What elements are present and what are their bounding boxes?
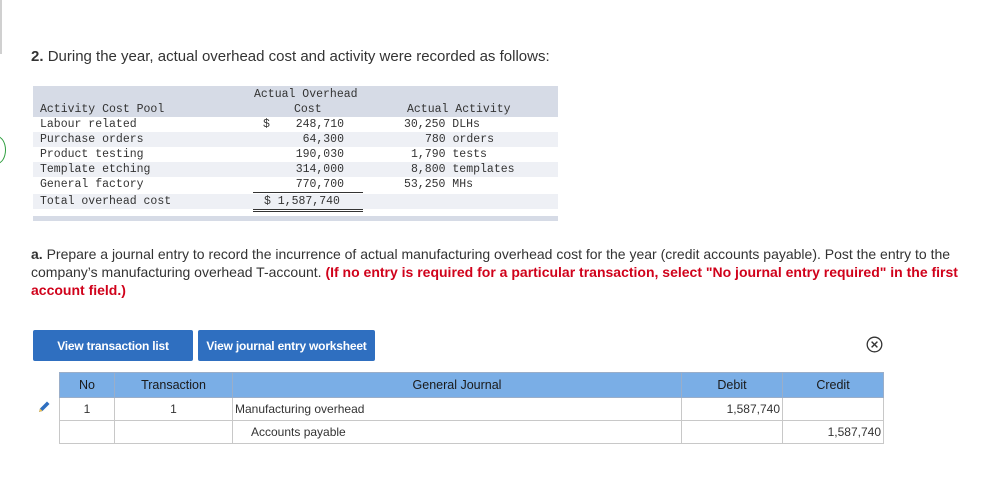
- header-cost-line2: Cost: [294, 103, 322, 116]
- pool-name: Purchase orders: [40, 133, 144, 146]
- view-transaction-list-button[interactable]: View transaction list: [33, 330, 193, 361]
- activity-value: 53,250 MHs: [404, 178, 474, 191]
- journal-entry-table: No Transaction General Journal Debit Cre…: [59, 372, 884, 444]
- account-cell[interactable]: Manufacturing overhead: [232, 397, 682, 421]
- question-text: During the year, actual overhead cost an…: [47, 48, 550, 65]
- debit-cell[interactable]: 1,587,740: [681, 397, 783, 421]
- row-transaction: 1: [114, 397, 233, 421]
- close-circle-icon[interactable]: [866, 336, 883, 353]
- activity-value: 30,250 DLHs: [404, 118, 480, 131]
- row-no: 1: [59, 397, 115, 421]
- col-header-transaction: Transaction: [114, 372, 233, 398]
- cost-value: 64,300: [302, 133, 344, 146]
- subtotal-rule: [253, 192, 363, 193]
- pool-name: Product testing: [40, 148, 144, 161]
- question-title: 2. During the year, actual overhead cost…: [31, 48, 550, 65]
- total-label: Total overhead cost: [40, 195, 172, 208]
- col-header-no: No: [59, 372, 115, 398]
- table-total-row: Total overhead cost $ 1,587,740: [33, 194, 558, 209]
- view-journal-entry-worksheet-button[interactable]: View journal entry worksheet: [198, 330, 375, 361]
- left-edge-indicator: [0, 136, 6, 164]
- table-row: Labour related $ 248,710 30,250 DLHs: [33, 117, 558, 132]
- table-row: Template etching 314,000 8,800 templates: [33, 162, 558, 177]
- header-cost-line1: Actual Overhead: [254, 88, 358, 101]
- header-activity: Actual Activity: [407, 103, 511, 116]
- instruction-paragraph: a. Prepare a journal entry to record the…: [31, 245, 971, 299]
- total-value: $ 1,587,740: [264, 195, 340, 208]
- cost-value: 770,700: [295, 178, 344, 191]
- table-row: Product testing 190,030 1,790 tests: [33, 147, 558, 162]
- part-label: a.: [31, 246, 43, 262]
- activity-value: 1,790 tests: [411, 148, 487, 161]
- table-bottom-band: [33, 216, 558, 221]
- journal-header-row: No Transaction General Journal Debit Cre…: [59, 372, 884, 398]
- activity-value: 780 orders: [424, 133, 494, 146]
- cost-value: 248,710: [295, 118, 344, 131]
- account-cell[interactable]: Accounts payable: [232, 420, 682, 444]
- total-double-rule-2: [253, 211, 363, 212]
- debit-cell[interactable]: [681, 420, 783, 444]
- credit-cell[interactable]: [782, 397, 884, 421]
- table-row: Purchase orders 64,300 780 orders: [33, 132, 558, 147]
- header-pool: Activity Cost Pool: [40, 103, 165, 116]
- overhead-data-table: Actual Overhead Activity Cost Pool Cost …: [33, 86, 558, 221]
- cost-value: 190,030: [295, 148, 344, 161]
- credit-cell[interactable]: 1,587,740: [782, 420, 884, 444]
- pencil-icon[interactable]: [37, 400, 51, 414]
- question-number: 2.: [31, 48, 44, 65]
- pool-name: Labour related: [40, 118, 137, 131]
- row-transaction: [114, 420, 233, 444]
- cost-value: 314,000: [295, 163, 344, 176]
- pool-name: Template etching: [40, 163, 151, 176]
- col-header-credit: Credit: [782, 372, 884, 398]
- table-row: 1 1 Manufacturing overhead 1,587,740: [59, 397, 884, 421]
- left-border-line: [0, 0, 2, 54]
- col-header-debit: Debit: [681, 372, 783, 398]
- table-row: Accounts payable 1,587,740: [59, 420, 884, 444]
- col-header-general-journal: General Journal: [232, 372, 682, 398]
- total-double-rule-1: [253, 209, 363, 210]
- pool-name: General factory: [40, 178, 144, 191]
- row-no: [59, 420, 115, 444]
- activity-value: 8,800 templates: [411, 163, 515, 176]
- table-row: General factory 770,700 53,250 MHs: [33, 177, 558, 192]
- currency-symbol: $: [263, 118, 270, 131]
